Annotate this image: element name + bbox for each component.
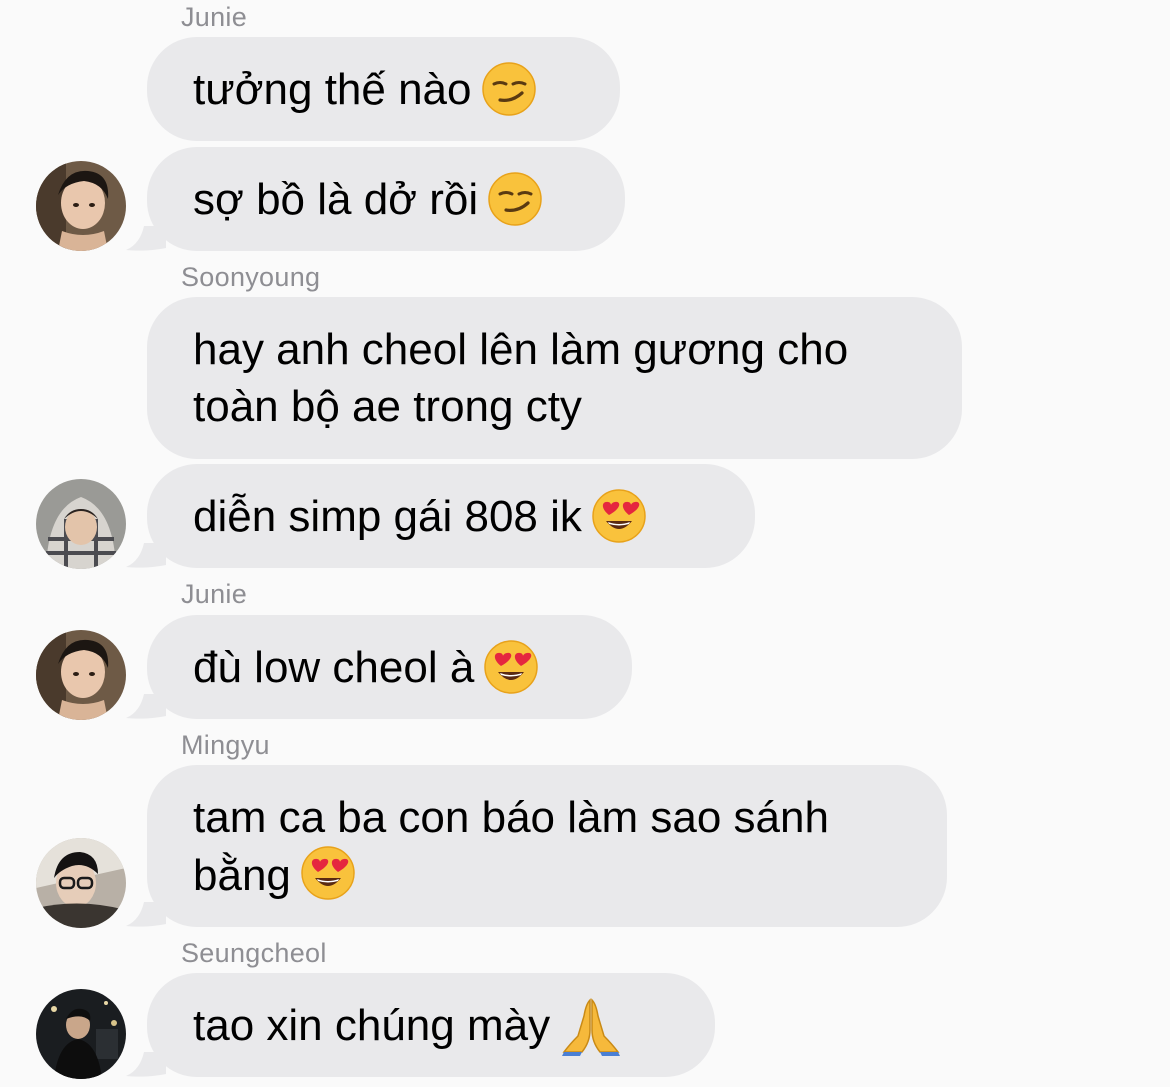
- soonyoung-avatar[interactable]: [36, 479, 126, 569]
- message-bubble[interactable]: diễn simp gái 808 ik: [147, 464, 755, 568]
- message-bubble[interactable]: tưởng thế nào: [147, 37, 620, 141]
- bubble-tail: [126, 226, 166, 251]
- message-text: hay anh cheol lên làm gương cho toàn bộ …: [193, 325, 849, 431]
- bubble-tail: [126, 694, 166, 719]
- seungcheol-avatar[interactable]: [36, 989, 126, 1079]
- junie-avatar[interactable]: [36, 630, 126, 720]
- message-text: đù low cheol à: [193, 642, 475, 692]
- bubble-tail: [126, 1052, 166, 1077]
- sender-name: Mingyu: [181, 730, 270, 760]
- message-bubble[interactable]: hay anh cheol lên làm gương cho toàn bộ …: [147, 297, 962, 459]
- message-bubble[interactable]: tam ca ba con báo làm sao sánh bằng: [147, 765, 947, 927]
- bubble-tail: [126, 902, 166, 927]
- sender-name: Junie: [181, 579, 248, 609]
- message-bubble[interactable]: sợ bồ là dở rồi: [147, 147, 625, 251]
- message-text: sợ bồ là dở rồi: [193, 174, 479, 224]
- message-bubble[interactable]: đù low cheol à: [147, 615, 632, 719]
- heart-eyes-emoji-icon: [484, 640, 539, 694]
- sender-name: Junie: [181, 2, 248, 32]
- message-text-content: tam ca ba con báo làm sao sánh bằng: [193, 792, 829, 900]
- smirk-emoji-icon: [481, 62, 536, 116]
- message-text: tao xin chúng mày: [193, 1000, 551, 1050]
- message-text: tam ca ba con báo làm sao sánh bằng: [193, 789, 829, 904]
- sender-name: Soonyoung: [181, 262, 321, 292]
- folded-hands-emoji-icon: [560, 994, 622, 1056]
- message-text: diễn simp gái 808 ik: [193, 491, 582, 541]
- mingyu-avatar[interactable]: [36, 838, 126, 928]
- message-text: tưởng thế nào: [193, 64, 472, 114]
- smirk-emoji-icon: [488, 172, 542, 226]
- bubble-tail: [126, 543, 166, 568]
- heart-eyes-emoji-icon: [592, 489, 646, 543]
- heart-eyes-emoji-icon: [301, 845, 355, 900]
- junie-avatar[interactable]: [36, 161, 126, 251]
- sender-name: Seungcheol: [181, 938, 327, 968]
- message-bubble[interactable]: tao xin chúng mày: [147, 973, 715, 1077]
